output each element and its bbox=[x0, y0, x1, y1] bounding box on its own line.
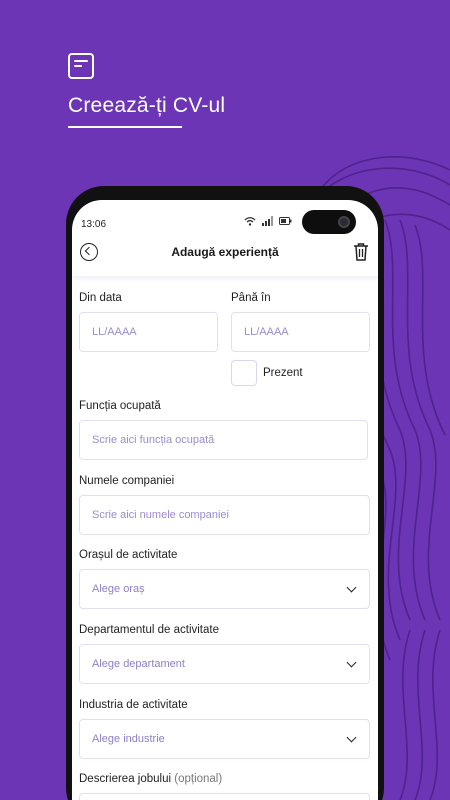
trash-icon[interactable] bbox=[353, 242, 369, 262]
industry-label: Industria de activitate bbox=[79, 699, 188, 711]
city-select[interactable]: Alege oraș bbox=[79, 569, 370, 609]
headline-underline bbox=[68, 126, 182, 128]
department-select[interactable]: Alege departament bbox=[79, 644, 370, 684]
promo-headline: Creează-ți CV-ul bbox=[68, 94, 226, 117]
phone-screen: 13:06 Adaugă experiență Din data LL/AAAA… bbox=[72, 200, 378, 800]
status-time: 13:06 bbox=[81, 219, 107, 230]
camera-cutout bbox=[302, 210, 356, 234]
to-date-label: Până în bbox=[231, 292, 271, 304]
wifi-icon bbox=[244, 217, 256, 226]
status-bar: 13:06 bbox=[72, 200, 378, 240]
present-label: Prezent bbox=[263, 367, 303, 379]
position-label: Funcția ocupată bbox=[79, 400, 161, 412]
description-optional-text: (opțional) bbox=[174, 773, 223, 785]
company-input[interactable] bbox=[79, 495, 370, 535]
department-label: Departamentul de activitate bbox=[79, 624, 219, 636]
industry-select-value: Alege industrie bbox=[92, 733, 165, 745]
chevron-down-icon bbox=[346, 657, 357, 668]
battery-icon bbox=[279, 217, 292, 225]
signal-icon bbox=[262, 216, 273, 226]
description-input[interactable] bbox=[79, 793, 370, 800]
to-date-input[interactable] bbox=[231, 312, 370, 352]
present-checkbox[interactable] bbox=[231, 360, 257, 386]
app-bar: Adaugă experiență bbox=[72, 240, 378, 276]
city-label: Orașul de activitate bbox=[79, 549, 178, 561]
page-title: Adaugă experiență bbox=[171, 245, 279, 259]
chevron-down-icon bbox=[346, 582, 357, 593]
chevron-down-icon bbox=[346, 732, 357, 743]
from-date-input[interactable] bbox=[79, 312, 218, 352]
industry-select[interactable]: Alege industrie bbox=[79, 719, 370, 759]
description-label: Descrierea jobului (opțional) bbox=[79, 773, 222, 785]
city-select-value: Alege oraș bbox=[92, 583, 145, 595]
document-icon bbox=[68, 53, 94, 79]
company-label: Numele companiei bbox=[79, 475, 175, 487]
from-date-label: Din data bbox=[79, 292, 122, 304]
department-select-value: Alege departament bbox=[92, 658, 185, 670]
position-input[interactable] bbox=[79, 420, 368, 460]
description-label-text: Descrierea jobului bbox=[79, 773, 172, 785]
